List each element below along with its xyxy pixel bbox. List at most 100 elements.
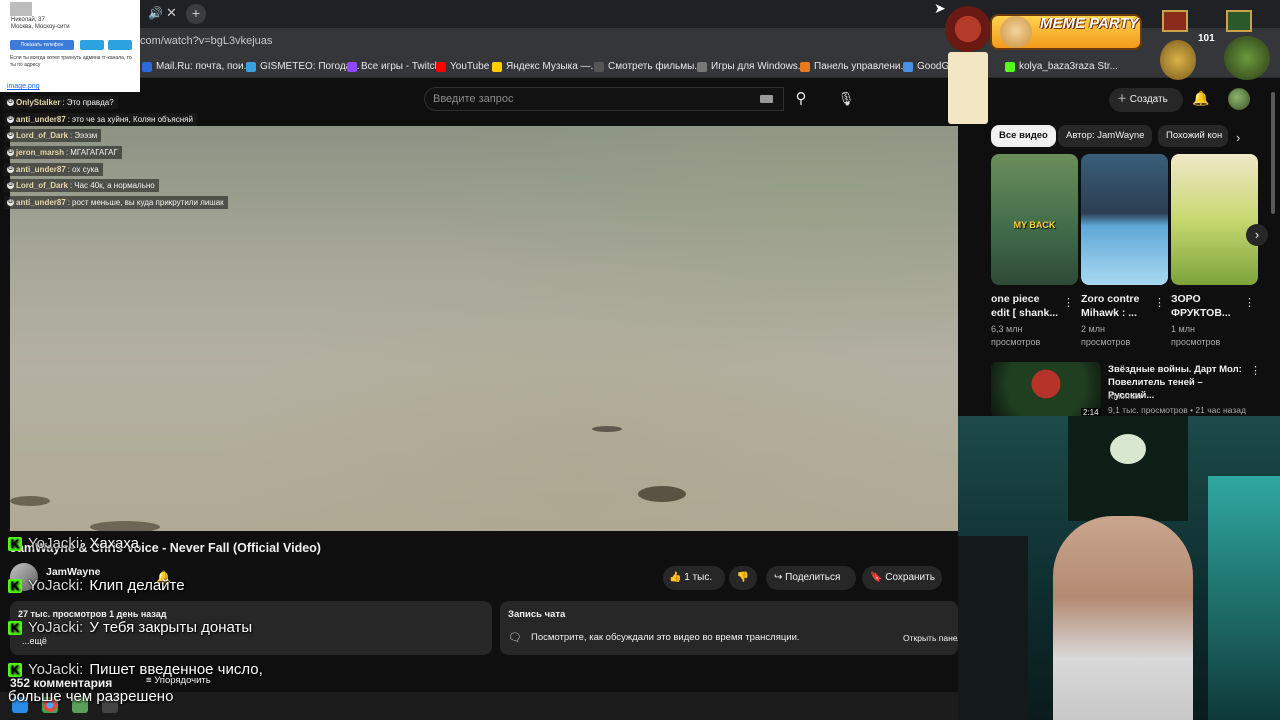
chat-badge-icon: G [7,99,14,106]
popup-avatar [10,2,32,16]
bookmark-icon: 🔖 [870,572,886,583]
more-options-icon[interactable]: ⋮ [1250,364,1261,377]
short-title[interactable]: Zoro contre Mihawk : ... [1081,292,1151,320]
popup-phone-button[interactable]: Показать телефон [10,40,74,50]
score-counter: 101 [1198,33,1215,44]
kick-icon: K [8,662,22,677]
more-options-icon[interactable]: ⋮ [1154,296,1165,309]
more-options-icon[interactable]: ⋮ [1063,296,1074,309]
bookmark-item[interactable]: Панель управлени... [800,61,909,72]
stream-chat-message: K YoJacki: Пишет введенное число, [8,661,263,678]
kick-icon: K [8,620,22,635]
voice-search-button[interactable]: 🎙 [833,87,859,111]
bookmark-item[interactable]: Игры для Windows... [697,61,806,72]
search-button[interactable]: ⚲ [786,87,816,111]
stream-chat-message: K YoJacki: У тебя закрыты донаты [8,619,252,636]
chip-all-videos[interactable]: Все видео [991,125,1056,147]
thumbs-down-icon: 👎 [736,572,750,583]
short-views: 6,3 млн просмотров [991,324,1041,347]
recommended-channel[interactable]: Kinoman [1108,391,1142,401]
create-button[interactable]: ＋ Создать [1109,88,1183,112]
search-placeholder: Введите запрос [433,93,514,105]
bookmark-item[interactable]: Смотреть фильмы... [594,61,703,72]
chat-badge-icon: G [7,116,14,123]
stream-chat-message: K YoJacki: Хахаха [8,535,139,552]
overlay-chat-line: Gjeron_marsh: МГАГАГАГАГ [4,146,122,159]
bookmark-item[interactable]: Все игры - Twitch [347,61,440,72]
save-button[interactable]: 🔖 Сохранить [862,566,942,590]
notifications-bell-icon[interactable]: 🔔 [1192,90,1209,107]
keyboard-icon[interactable] [760,95,773,103]
rock [90,521,160,531]
skull-icon [1110,434,1146,464]
overlay-chat-line: Ganti_under87: это че за хуйня, Колян об… [4,113,197,126]
streamer [1053,516,1193,720]
emblem-icon [945,6,991,52]
search-icon: ⚲ [795,90,807,107]
description-stats: 27 тыс. просмотров 1 день назад [18,609,167,619]
share-button[interactable]: ↪ Поделиться [766,566,856,590]
bookmark-icon [347,61,357,72]
popup-link[interactable]: image.png [7,83,40,90]
shorts-next-button[interactable]: › [1246,224,1268,246]
bookmark-icon [594,61,604,72]
ad-popup: Николай, 37 Москва, Москоу-сити Показать… [0,0,140,92]
chat-replay-text: Посмотрите, как обсуждали это видео во в… [531,632,800,643]
popup-city: Москва, Москоу-сити [11,24,70,30]
chair [958,536,1028,720]
new-tab-button[interactable]: + [186,4,206,24]
short-thumbnail-caption: MY BACK [1013,220,1056,230]
tab-audio-icon[interactable]: 🔊 [148,6,163,20]
chat-badge-icon: G [7,199,14,206]
short-views: 1 млн просмотров [1171,324,1221,347]
account-avatar[interactable] [1228,88,1250,110]
like-button[interactable]: 👍 1 тыс. [663,566,725,590]
kick-icon: K [8,536,22,551]
bookmark-item[interactable]: GISMETEO: Погода... [246,61,360,72]
streamer-webcam [958,416,1280,720]
short-thumbnail[interactable] [1081,154,1168,285]
overlay-chat-line: G Lord_of_Dark: Эээзм [4,129,102,142]
short-thumbnail[interactable] [1171,154,1258,285]
sidebar-scrollbar[interactable] [1271,92,1275,214]
chat-badge-icon: G [7,132,14,139]
bookmark-item[interactable]: kolya_baza3raza Str... [1005,61,1118,72]
short-views: 2 млн просмотров [1081,324,1131,347]
rock [592,426,622,432]
bookmark-icon [492,61,502,72]
bookmark-item[interactable]: YouTube [436,61,489,72]
popup-telegram-button[interactable] [80,40,104,50]
popup-whatsapp-button[interactable] [108,40,132,50]
dislike-button[interactable]: 👎 [729,566,757,590]
more-options-icon[interactable]: ⋮ [1244,296,1255,309]
tab-close-icon[interactable]: ✕ [166,5,180,20]
bookmark-icon [903,61,913,72]
chat-replay-title: Запись чата [508,609,566,620]
bookmark-icon [246,61,256,72]
bookmark-item[interactable]: Яндекс Музыка —... [492,61,599,72]
background-light [1208,476,1280,720]
chat-replay-box [500,601,958,655]
short-thumbnail[interactable]: MY BACK [991,154,1078,285]
description-more-link[interactable]: ...ещё [22,636,47,646]
microphone-icon: 🎙 [837,91,855,106]
mouse-cursor-icon: ➤ [934,0,946,16]
rock [10,496,50,506]
stream-chat-message: K YoJacki: Клип делайте [8,577,185,594]
chat-badge-icon: G [7,182,14,189]
chip-similar[interactable]: Похожий кон [1158,125,1228,147]
rock [638,486,686,502]
doge-icon [1000,16,1032,48]
chip-author[interactable]: Автор: JamWayne [1058,125,1153,147]
bookmark-icon [1005,61,1015,72]
plus-icon: ＋ [1117,94,1130,105]
chevron-right-icon[interactable]: › [1236,130,1240,145]
meme-party-label: MEME PARTY [1040,15,1139,32]
medals-icon [1156,6,1276,84]
bookmark-icon [697,61,707,72]
short-title[interactable]: one piece edit [ shank... [991,292,1061,320]
kick-icon: K [8,578,22,593]
bookmark-item[interactable]: Mail.Ru: почта, пои... [142,61,252,72]
url-field[interactable]: com/watch?v=bgL3vkejuas [140,35,272,47]
short-title[interactable]: ЗОРО ФРУКТОВ... [1171,292,1241,320]
